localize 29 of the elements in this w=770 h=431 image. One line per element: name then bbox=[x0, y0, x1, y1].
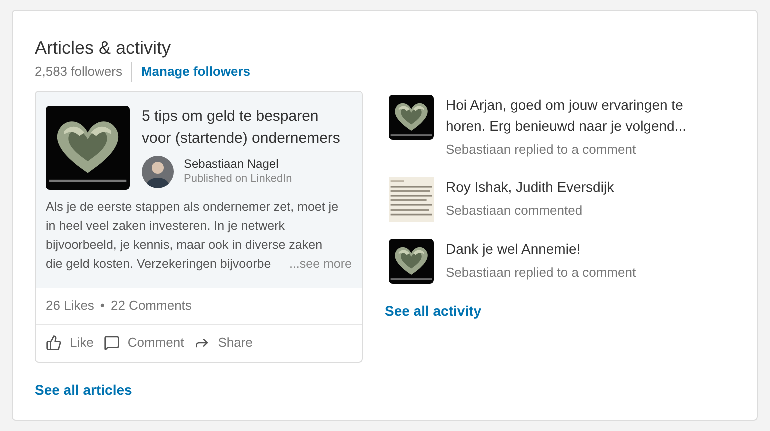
see-all-articles-link[interactable]: See all articles bbox=[35, 380, 363, 400]
see-all-activity-link[interactable]: See all activity bbox=[385, 300, 735, 322]
article-card[interactable] bbox=[35, 90, 363, 362]
manage-followers-link[interactable]: Manage followers bbox=[132, 62, 251, 82]
author-name: Sebastiaan Nagel bbox=[184, 156, 280, 172]
action-button[interactable]: Like bbox=[46, 333, 94, 353]
likes-count[interactable]: 26 Likes bbox=[46, 296, 94, 316]
excerpt-line: bijvoorbeeld, je kennis, maar ook in diverse zaken bbox=[46, 236, 323, 254]
published-label: Published on LinkedIn bbox=[184, 172, 292, 187]
comments-count[interactable]: 22 Comments bbox=[110, 296, 192, 316]
action-button[interactable]: Share bbox=[194, 333, 253, 353]
excerpt-line: die geld kosten. Verzekeringen bijvoorbe bbox=[46, 256, 272, 273]
article-title[interactable]: 5 tips om geld te besparen voor (startende) ondernemers bbox=[142, 106, 352, 150]
activity-text[interactable]: Dank je wel Annemie! bbox=[446, 238, 718, 260]
action-button[interactable]: Comment bbox=[104, 333, 184, 353]
section-title: Articles & activity bbox=[35, 37, 172, 60]
thumbs-up-icon bbox=[46, 335, 62, 351]
separator-dot: • bbox=[100, 296, 105, 315]
comment-icon bbox=[104, 335, 120, 351]
activity-text[interactable]: Hoi Arjan, goed om jouw ervaringen te horen. Erg benieuwd naar je volgend... bbox=[446, 94, 718, 136]
avatar bbox=[142, 156, 174, 188]
followers-count: 2,583 followers bbox=[35, 62, 132, 82]
see-more-link[interactable]: ...see more bbox=[289, 254, 352, 274]
activity-meta: Sebastiaan replied to a comment bbox=[446, 264, 638, 282]
excerpt-line: in heel veel zaken investeren. In je netwerk bbox=[46, 218, 286, 235]
activity-meta: Sebastiaan replied to a comment bbox=[446, 140, 638, 159]
activity-text[interactable]: Roy Ishak, Judith Eversdijk bbox=[446, 176, 718, 198]
excerpt-line: Als je de eerste stappen als ondernemer zet, moet je bbox=[46, 198, 339, 216]
activity-meta: Sebastiaan commented bbox=[446, 202, 584, 220]
